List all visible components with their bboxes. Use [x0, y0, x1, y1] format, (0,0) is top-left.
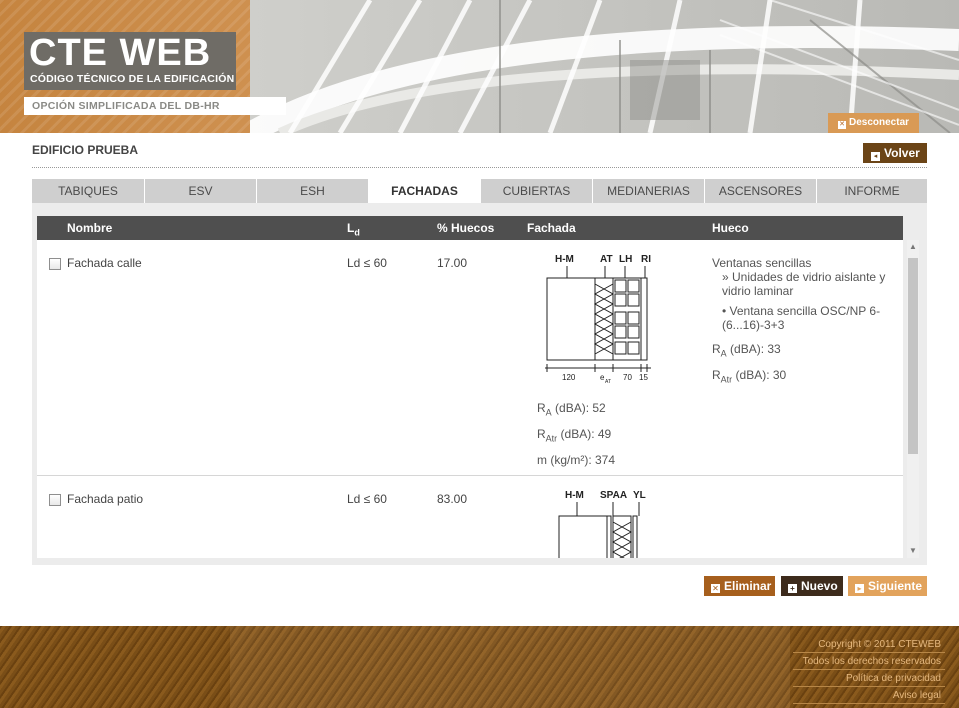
table-row: Fachada patio Ld ≤ 60 83.00 H-M SPAA YL	[37, 475, 903, 558]
close-icon: ✕	[838, 121, 846, 129]
col-ld-sub: d	[354, 227, 360, 238]
prop-ratr-label: R	[537, 426, 546, 441]
row-checkbox[interactable]	[49, 494, 61, 506]
diagram-dimension: 120	[562, 373, 576, 382]
section-tabs: TABIQUES ESV ESH FACHADAS CUBIERTAS MEDI…	[32, 179, 927, 203]
logo-title: CTE WEB	[29, 32, 212, 74]
col-nombre: Nombre	[67, 221, 113, 235]
new-label: Nuevo	[801, 579, 838, 593]
col-hueco: Hueco	[712, 221, 749, 235]
diagram-label: AT	[600, 254, 613, 265]
footer-links: Copyright © 2011 CTEWEB Todos los derech…	[793, 636, 945, 704]
row-checkbox[interactable]	[49, 258, 61, 270]
window-subtype: » Unidades de vidrio aislante y vidrio l…	[722, 270, 886, 298]
tab-ascensores[interactable]: ASCENSORES	[705, 179, 817, 203]
table-body: Fachada calle Ld ≤ 60 17.00 H-M AT LH RI	[37, 240, 903, 558]
prop-ratr: RAtr (dBA): 49	[537, 424, 615, 450]
diagram-label: RI	[641, 254, 651, 265]
tab-esv[interactable]: ESV	[145, 179, 257, 203]
row-name: Fachada patio	[67, 492, 144, 506]
window-ratr: RAtr (dBA): 30	[712, 368, 897, 386]
back-button[interactable]: ◂ Volver	[863, 143, 927, 163]
fachadas-panel: Nombre Ld % Huecos Fachada Hueco Fachada…	[32, 203, 927, 565]
next-icon: ▸	[855, 584, 864, 593]
window-product: • Ventana sencilla OSC/NP 6-(6...16)-3+3	[722, 304, 881, 332]
window-ra-label: R	[712, 342, 721, 356]
tab-informe[interactable]: INFORME	[817, 179, 927, 203]
project-name: EDIFICIO PRUEBA	[32, 143, 139, 157]
window-ratr-unit: (dBA):	[732, 368, 773, 383]
footer-rights-link[interactable]: Todos los derechos reservados	[793, 653, 945, 670]
prop-ra: RA (dBA): 52	[537, 398, 615, 424]
row-huecos: 17.00	[437, 256, 468, 270]
prop-ratr-sub: Atr	[545, 433, 558, 444]
window-info: Ventanas sencillas » Unidades de vidrio …	[712, 256, 897, 387]
footer-legal-link[interactable]: Aviso legal	[793, 687, 945, 704]
window-ratr-sub: Atr	[720, 374, 733, 385]
window-ratr-value: 30	[772, 368, 787, 383]
diagram-dimension: 15	[639, 373, 648, 382]
facade-section-diagram: H-M SPAA YL	[558, 490, 646, 558]
scroll-down-icon[interactable]: ▼	[908, 546, 918, 556]
prop-mass: m (kg/m²): 374	[537, 450, 615, 472]
diagram-label: H-M	[555, 254, 574, 265]
window-ra-unit: (dBA):	[726, 342, 768, 356]
col-fachada: Fachada	[527, 221, 576, 235]
delete-icon: ✕	[711, 584, 720, 593]
site-header: CTE WEB CÓDIGO TÉCNICO DE LA EDIFICACIÓN…	[0, 0, 959, 133]
disconnect-label: Desconectar	[849, 117, 910, 128]
logo-subtitle: CÓDIGO TÉCNICO DE LA EDIFICACIÓN	[30, 73, 235, 85]
prop-mass-label: m (kg/m²):	[537, 452, 595, 467]
prop-ra-value: 52	[592, 401, 606, 415]
divider	[32, 167, 927, 168]
window-ra: RA (dBA): 33	[712, 342, 897, 360]
back-label: Volver	[884, 146, 920, 160]
diagram-label: SPAA	[600, 490, 627, 501]
facade-properties: RA (dBA): 52 RAtr (dBA): 49 m (kg/m²): 3…	[537, 398, 615, 471]
footer-copyright[interactable]: Copyright © 2011 CTEWEB	[793, 636, 945, 653]
prop-ratr-unit: (dBA):	[557, 426, 598, 441]
scroll-thumb[interactable]	[908, 258, 918, 454]
diagram-label: YL	[633, 490, 646, 501]
new-button[interactable]: + Nuevo	[781, 576, 843, 596]
diagram-label: LH	[619, 254, 632, 265]
row-name: Fachada calle	[67, 256, 142, 270]
window-ratr-label: R	[712, 368, 721, 383]
tab-cubiertas[interactable]: CUBIERTAS	[481, 179, 593, 203]
plus-icon: +	[788, 584, 797, 593]
window-type: Ventanas sencillas	[712, 256, 812, 270]
scroll-up-icon[interactable]: ▲	[908, 242, 918, 252]
back-icon: ◂	[871, 152, 880, 161]
tab-tabiques[interactable]: TABIQUES	[32, 179, 145, 203]
tab-fachadas[interactable]: FACHADAS	[369, 179, 481, 203]
row-huecos: 83.00	[437, 492, 468, 506]
logo: CTE WEB CÓDIGO TÉCNICO DE LA EDIFICACIÓN	[24, 32, 236, 90]
next-button[interactable]: ▸ Siguiente	[848, 576, 927, 596]
diagram-label: H-M	[565, 490, 584, 501]
row-ld: Ld ≤ 60	[347, 492, 387, 506]
diagram-dimension: 70	[623, 373, 632, 382]
prop-ra-unit: (dBA):	[551, 401, 593, 415]
facade-section-diagram: H-M AT LH RI 120 e AT 70 15	[545, 254, 651, 385]
prop-mass-value: 374	[595, 452, 616, 467]
next-label: Siguiente	[868, 579, 923, 593]
tab-esh[interactable]: ESH	[257, 179, 369, 203]
diagram-dimension-sub: AT	[605, 379, 611, 385]
window-ra-value: 33	[767, 342, 781, 356]
app-tagline: OPCIÓN SIMPLIFICADA DEL DB-HR	[24, 97, 286, 115]
prop-ratr-value: 49	[597, 426, 612, 441]
col-huecos: % Huecos	[437, 221, 495, 235]
delete-label: Eliminar	[724, 579, 772, 593]
footer-privacy-link[interactable]: Política de privacidad	[793, 670, 945, 687]
table-header: Nombre Ld % Huecos Fachada Hueco	[37, 216, 903, 240]
table-row: Fachada calle Ld ≤ 60 17.00 H-M AT LH RI	[37, 240, 903, 475]
tab-medianerias[interactable]: MEDIANERIAS	[593, 179, 705, 203]
delete-button[interactable]: ✕ Eliminar	[704, 576, 775, 596]
disconnect-button[interactable]: ✕ Desconectar	[828, 113, 919, 133]
row-ld: Ld ≤ 60	[347, 256, 387, 270]
prop-ra-label: R	[537, 401, 546, 415]
footer-pattern	[230, 626, 790, 708]
table-scrollbar[interactable]: ▲ ▼	[907, 240, 919, 558]
